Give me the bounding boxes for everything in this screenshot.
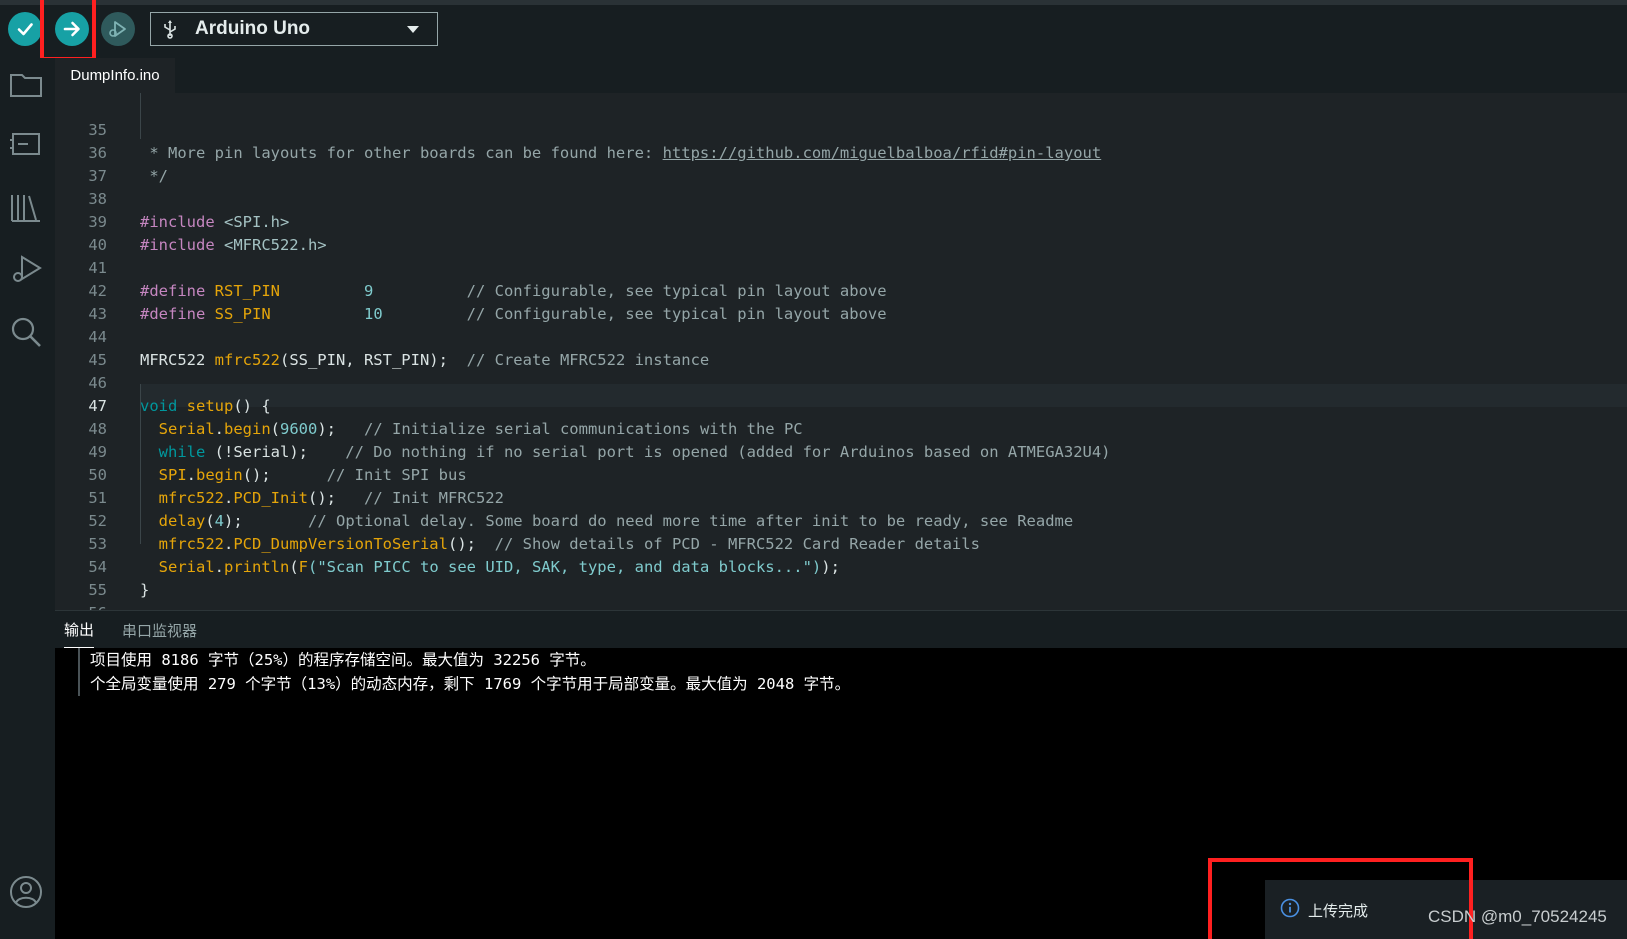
code-line: 44 MFRC522 mfrc522(SS_PIN, RST_PIN); // … bbox=[55, 303, 1627, 369]
code-line: 46 void setup() { bbox=[55, 349, 1627, 415]
code-line: 55 bbox=[55, 556, 1627, 599]
tab-output[interactable]: 输出 bbox=[64, 611, 95, 649]
code-line: 40 bbox=[55, 211, 1627, 254]
line-number: 56 bbox=[55, 602, 107, 610]
search-icon[interactable] bbox=[8, 314, 44, 350]
code-line: 38 #include <SPI.h> bbox=[55, 165, 1627, 231]
watermark: CSDN @m0_70524245 bbox=[1428, 907, 1607, 926]
code-line: 53 Serial.println(F("Scan PICC to see UI… bbox=[55, 510, 1627, 576]
code-editor[interactable]: 35 * More pin layouts for other boards c… bbox=[55, 93, 1627, 610]
folder-icon[interactable] bbox=[8, 66, 44, 102]
check-icon bbox=[17, 23, 33, 36]
toolbar: Arduino Uno bbox=[0, 0, 1627, 58]
code-line: 56 void loop() { bbox=[55, 579, 1627, 610]
code-line: 51 delay(4); // Optional delay. Some boa… bbox=[55, 464, 1627, 530]
title-strip bbox=[0, 0, 1627, 5]
editor-tabs: DumpInfo.ino bbox=[55, 58, 1627, 93]
debug-play-icon bbox=[109, 21, 126, 37]
sidebar bbox=[0, 58, 55, 939]
code-line: 39 #include <MFRC522.h> bbox=[55, 188, 1627, 254]
board-manager-icon[interactable] bbox=[8, 126, 44, 162]
code-line: 42 #define SS_PIN 10 // Configurable, se… bbox=[55, 257, 1627, 323]
code-line: 50 mfrc522.PCD_Init(); // Init MFRC522 bbox=[55, 441, 1627, 507]
code-line: 45 bbox=[55, 326, 1627, 369]
code-line: 52 mfrc522.PCD_DumpVersionToSerial(); //… bbox=[55, 487, 1627, 553]
tab-dumpinfo[interactable]: DumpInfo.ino bbox=[55, 58, 175, 93]
code-line: 35 * More pin layouts for other boards c… bbox=[55, 96, 1627, 162]
library-icon[interactable] bbox=[8, 190, 44, 226]
code-line: 49 SPI.begin(); // Init SPI bus bbox=[55, 418, 1627, 484]
debug-button[interactable] bbox=[101, 12, 135, 46]
code-line: 37 bbox=[55, 142, 1627, 185]
usb-icon bbox=[164, 20, 176, 39]
code-line: 43 bbox=[55, 280, 1627, 323]
verify-button[interactable] bbox=[8, 12, 42, 46]
code-line: 36 */ bbox=[55, 119, 1627, 185]
board-name: Arduino Uno bbox=[195, 18, 311, 39]
code-line: 47 Serial.begin(9600); // Initialize ser… bbox=[55, 372, 1627, 438]
debug-icon[interactable] bbox=[8, 251, 44, 287]
tab-serial-monitor[interactable]: 串口监视器 bbox=[122, 611, 197, 649]
output-line: 个全局变量使用 279 个字节（13%）的动态内存，剩下 1769 个字节用于局… bbox=[90, 675, 851, 693]
board-selector[interactable]: Arduino Uno bbox=[150, 12, 438, 46]
output-gutter bbox=[78, 648, 80, 696]
code-line: 48 while (!Serial); // Do nothing if no … bbox=[55, 395, 1627, 461]
output-panel-tabs: 输出 串口监视器 bbox=[55, 610, 1627, 649]
code-line: 54 } bbox=[55, 533, 1627, 599]
code-line: 41 #define RST_PIN 9 // Configurable, se… bbox=[55, 234, 1627, 300]
account-icon[interactable] bbox=[8, 874, 44, 910]
highlight-upload bbox=[40, 0, 96, 61]
output-line: 项目使用 8186 字节（25%）的程序存储空间。最大值为 32256 字节。 bbox=[90, 651, 596, 669]
caret-down-icon bbox=[407, 26, 419, 33]
